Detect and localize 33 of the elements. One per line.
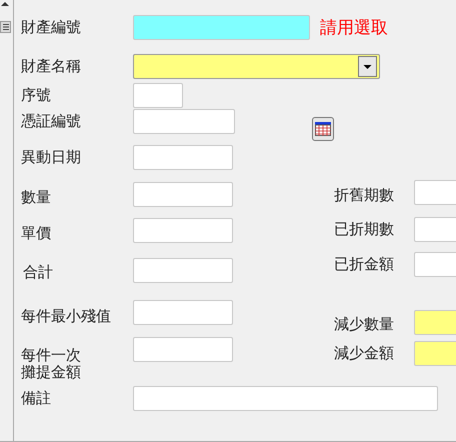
- input-field[interactable]: [133, 83, 183, 108]
- field-label: 已折期數: [334, 221, 395, 238]
- field-label: 已折金額: [334, 256, 395, 273]
- field-label: 每件最小殘值: [20, 306, 112, 325]
- input-field[interactable]: [133, 386, 438, 411]
- field-label: 備註: [20, 390, 52, 407]
- field-label: 數量: [20, 187, 52, 206]
- field-label: 財產名稱: [20, 58, 82, 75]
- field-label: 序號: [20, 87, 52, 104]
- calendar-icon: [315, 122, 331, 136]
- scrollbar[interactable]: [0, 0, 14, 441]
- input-field[interactable]: [133, 300, 233, 325]
- field-label: 每件一次攤提金額: [20, 345, 82, 381]
- field-label: 折舊期數: [334, 185, 395, 204]
- field-label: 憑証編號: [20, 113, 82, 130]
- input-field[interactable]: [133, 109, 235, 134]
- field-label: 合計: [22, 262, 54, 281]
- dropdown-field[interactable]: [133, 54, 380, 79]
- field-label: 減少金額: [334, 345, 395, 362]
- scroll-thumb-icon[interactable]: [0, 21, 11, 33]
- field-label: 異動日期: [20, 149, 82, 166]
- input-field[interactable]: [133, 182, 233, 207]
- input-field[interactable]: [133, 337, 233, 362]
- field-label: 單價: [20, 223, 52, 242]
- input-field[interactable]: [133, 258, 233, 283]
- input-field[interactable]: [133, 145, 233, 170]
- up-arrow-icon[interactable]: [1, 2, 9, 6]
- field-label: 財產編號: [20, 19, 82, 36]
- field-label: 減少數量: [334, 314, 395, 332]
- hint-text: 請用選取: [320, 17, 388, 39]
- input-field[interactable]: [133, 15, 310, 40]
- input-field[interactable]: [133, 218, 233, 243]
- calendar-button[interactable]: [312, 117, 334, 141]
